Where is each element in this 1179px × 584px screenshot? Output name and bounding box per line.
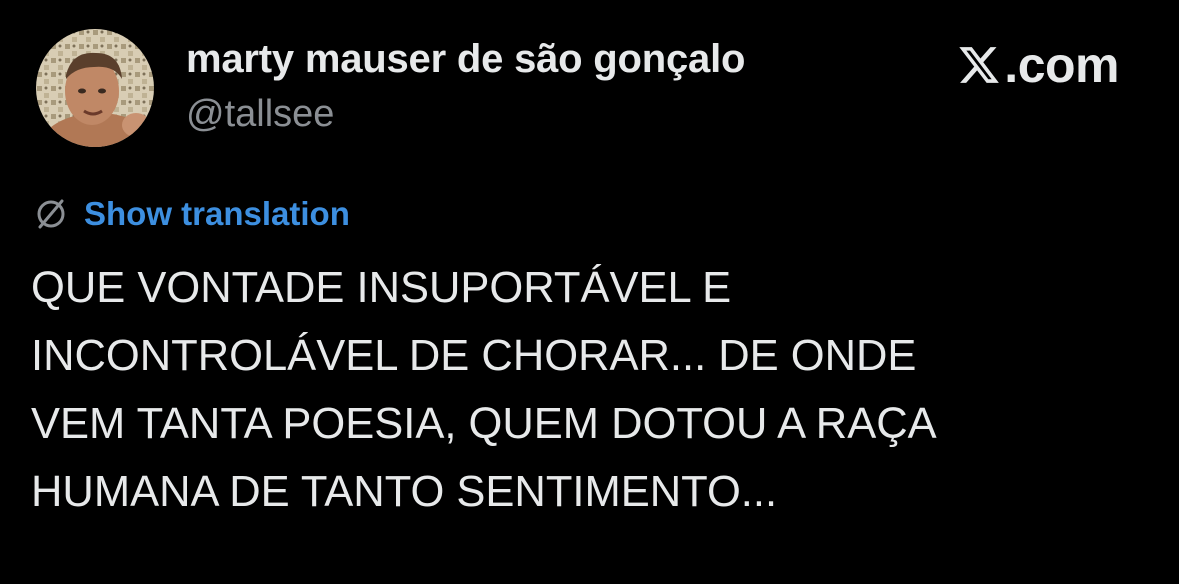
display-name[interactable]: marty mauser de são gonçalo [186, 37, 745, 82]
translation-row[interactable]: Show translation [33, 195, 350, 233]
tweet-line: HUMANA DE TANTO SENTIMENTO... [31, 468, 778, 516]
tweet-line: QUE VONTADE INSUPORTÁVEL E [31, 264, 732, 312]
x-logo-icon [959, 47, 1000, 83]
brand-watermark: .com [956, 36, 1119, 94]
globe-icon [37, 199, 65, 229]
user-handle[interactable]: @tallsee [186, 93, 334, 136]
avatar[interactable] [36, 29, 154, 147]
tweet-text: QUE VONTADE INSUPORTÁVEL E INCONTROLÁVEL… [31, 254, 1151, 526]
tweet-line: VEM TANTA POESIA, QUEM DOTOU A RAÇA [31, 400, 937, 448]
show-translation-link[interactable]: Show translation [84, 195, 350, 233]
brand-domain-text: .com [1004, 37, 1119, 93]
tweet-line: INCONTROLÁVEL DE CHORAR... DE ONDE [31, 332, 917, 380]
